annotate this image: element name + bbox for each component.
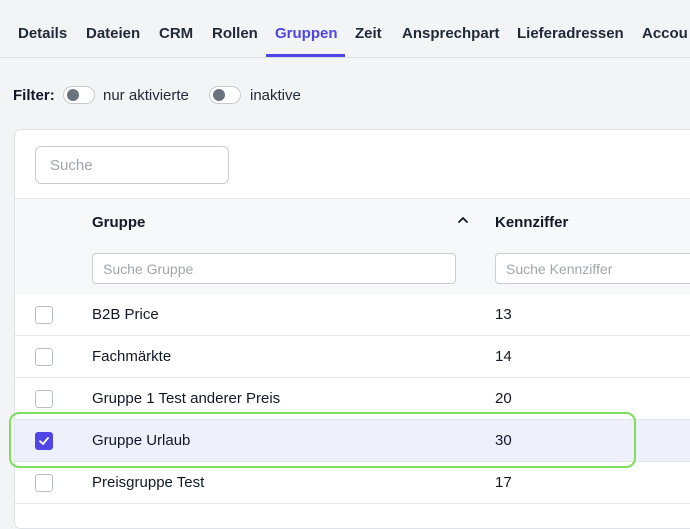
tab-details[interactable]: Details (18, 25, 67, 42)
search-gruppe-input[interactable] (92, 253, 456, 284)
cell-gruppe: Gruppe Urlaub (92, 432, 191, 449)
tab-account[interactable]: Accou (642, 25, 688, 42)
cell-gruppe: Gruppe 1 Test anderer Preis (92, 390, 281, 407)
cell-kennziffer: 30 (495, 432, 512, 449)
cell-kennziffer: 17 (495, 474, 512, 491)
row-checkbox[interactable] (35, 306, 53, 324)
tab-crm[interactable]: CRM (159, 25, 193, 42)
toggle-knob (67, 89, 79, 101)
table-header: Gruppe Kennziffer (15, 198, 690, 296)
check-icon (39, 437, 49, 445)
row-checkbox-checked[interactable] (35, 432, 53, 450)
filter-label: Filter: (13, 87, 55, 104)
toggle-label-inaktive: inaktive (250, 87, 301, 104)
search-input[interactable] (35, 146, 229, 184)
toggle-inaktive[interactable] (209, 86, 241, 104)
cell-gruppe: Fachmärkte (92, 348, 172, 365)
toggle-nur-aktivierte[interactable] (63, 86, 95, 104)
cell-kennziffer: 20 (495, 390, 512, 407)
row-checkbox[interactable] (35, 474, 53, 492)
column-header-kennziffer[interactable]: Kennziffer (495, 214, 568, 231)
tab-gruppen[interactable]: Gruppen (275, 25, 338, 42)
chevron-up-icon[interactable] (455, 212, 471, 228)
row-checkbox[interactable] (35, 390, 53, 408)
cell-gruppe: B2B Price (92, 306, 159, 323)
column-header-gruppe[interactable]: Gruppe (92, 214, 145, 231)
tab-zeit[interactable]: Zeit (355, 25, 382, 42)
tab-rollen[interactable]: Rollen (212, 25, 258, 42)
tab-dateien[interactable]: Dateien (86, 25, 140, 42)
cell-kennziffer: 13 (495, 306, 512, 323)
cell-kennziffer: 14 (495, 348, 512, 365)
table-row[interactable]: Gruppe 1 Test anderer Preis 20 (15, 378, 690, 420)
table-row-selected[interactable]: Gruppe Urlaub 30 (15, 420, 690, 462)
tab-lieferadressen[interactable]: Lieferadressen (517, 25, 624, 42)
tab-ansprechpartner[interactable]: Ansprechpart (402, 25, 500, 42)
search-kennziffer-input[interactable] (495, 253, 690, 284)
row-checkbox[interactable] (35, 348, 53, 366)
table-row[interactable]: Fachmärkte 14 (15, 336, 690, 378)
cell-gruppe: Preisgruppe Test (92, 474, 205, 491)
table-row[interactable]: Preisgruppe Test 17 (15, 462, 690, 504)
active-tab-indicator (266, 54, 345, 57)
groups-table-card: Gruppe Kennziffer B2B Price 13 Fachmärkt… (14, 129, 690, 529)
toggle-label-nur-aktivierte: nur aktivierte (103, 87, 189, 104)
table-row[interactable]: B2B Price 13 (15, 294, 690, 336)
toggle-knob (213, 89, 225, 101)
tab-bar: Details Dateien CRM Rollen Gruppen Zeit … (0, 0, 690, 58)
